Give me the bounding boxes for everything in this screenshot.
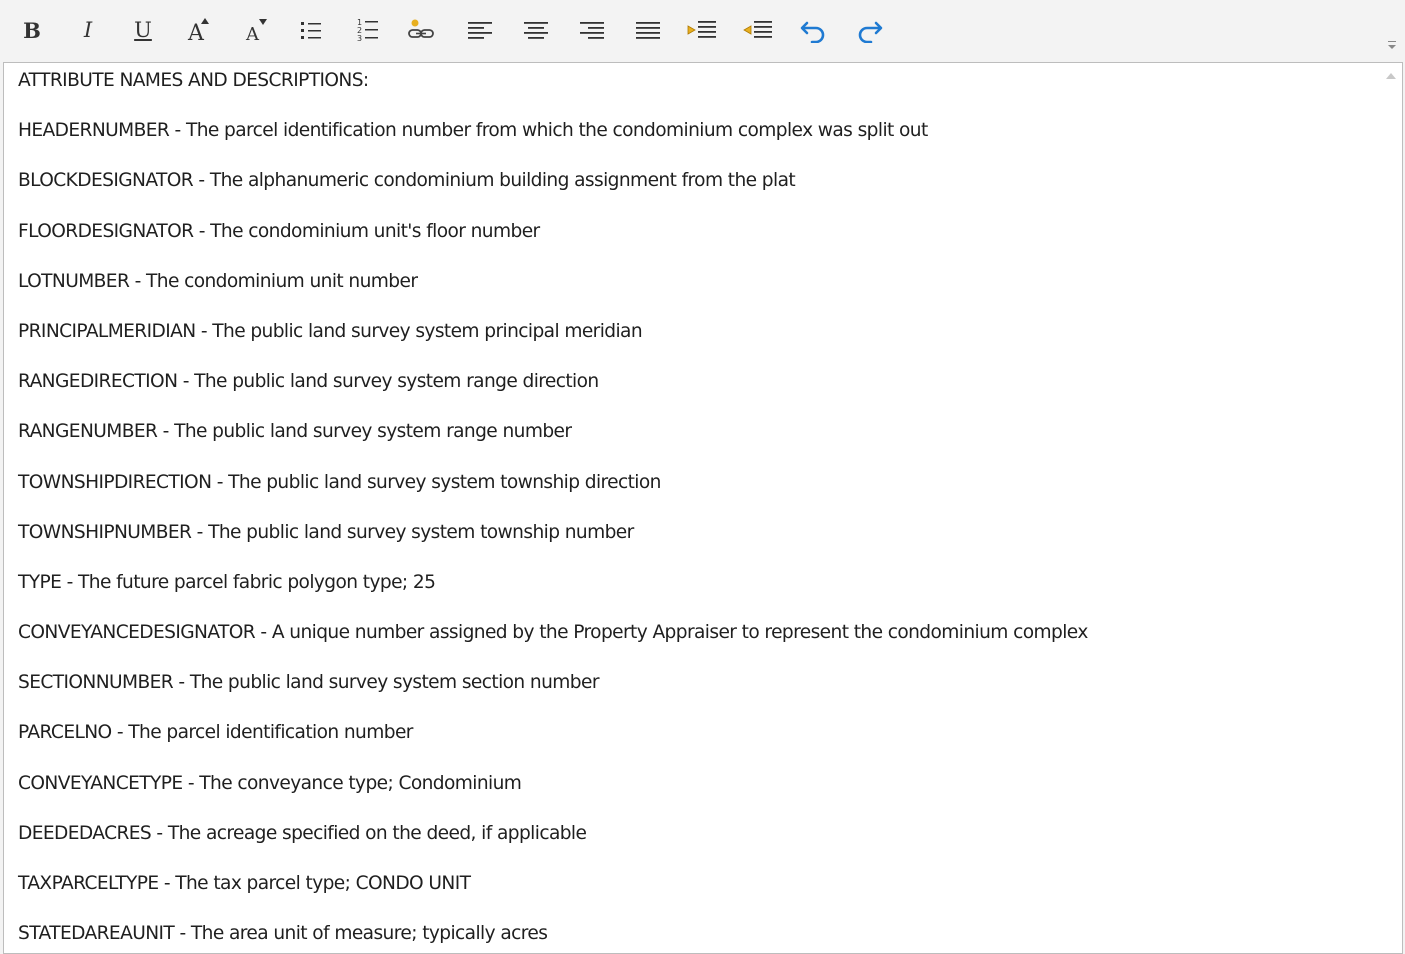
redo-button[interactable] [851, 12, 887, 48]
attribute-line: BLOCKDESIGNATOR - The alphanumeric condo… [18, 170, 796, 192]
bold-icon: B [23, 17, 41, 43]
underline-icon: U [134, 18, 152, 42]
redo-icon [854, 17, 884, 43]
formatting-toolbar: B I U A A 1 2 3 [0, 0, 1405, 62]
outdent-button[interactable] [740, 12, 776, 48]
italic-button[interactable]: I [70, 12, 106, 48]
chevron-down-icon [1388, 41, 1396, 49]
decrease-font-size-button[interactable]: A [237, 12, 273, 48]
attribute-line: TOWNSHIPNUMBER - The public land survey … [18, 521, 634, 543]
attribute-line: LOTNUMBER - The condominium unit number [18, 270, 418, 292]
attribute-line: RANGENUMBER - The public land survey sys… [18, 421, 572, 443]
increase-font-size-button[interactable]: A [181, 12, 217, 48]
scroll-up-button[interactable] [1385, 67, 1397, 79]
indent-icon [686, 18, 718, 42]
toolbar-overflow-dropdown[interactable] [1387, 36, 1397, 49]
numbered-list-button[interactable]: 1 2 3 [350, 12, 386, 48]
svg-text:A: A [245, 24, 260, 44]
attribute-line: PARCELNO - The parcel identification num… [18, 722, 413, 744]
numbered-list-icon: 1 2 3 [356, 17, 380, 43]
attribute-line: TYPE - The future parcel fabric polygon … [18, 571, 436, 593]
undo-icon [799, 17, 829, 43]
align-center-button[interactable] [518, 12, 554, 48]
attribute-line: STATEDAREAUNIT - The area unit of measur… [18, 923, 548, 945]
font-size-decrease-icon: A [240, 16, 270, 44]
attribute-line: PRINCIPALMERIDIAN - The public land surv… [18, 320, 643, 342]
attribute-line: SECTIONNUMBER - The public land survey s… [18, 672, 599, 694]
rich-text-editor[interactable]: ATTRIBUTE NAMES AND DESCRIPTIONS: HEADER… [3, 62, 1403, 954]
heading-line: ATTRIBUTE NAMES AND DESCRIPTIONS: [18, 70, 369, 91]
font-size-increase-icon: A [184, 16, 214, 44]
align-right-button[interactable] [574, 12, 610, 48]
align-center-icon [522, 19, 550, 41]
bulleted-list-icon [299, 19, 323, 41]
italic-icon: I [83, 18, 93, 42]
editor-content: ATTRIBUTE NAMES AND DESCRIPTIONS: HEADER… [18, 67, 1372, 953]
attribute-line: TAXPARCELTYPE - The tax parcel type; CON… [18, 873, 471, 894]
attribute-line: HEADERNUMBER - The parcel identification… [18, 120, 928, 142]
attribute-line: CONVEYANCETYPE - The conveyance type; Co… [18, 772, 522, 794]
justify-button[interactable] [630, 12, 666, 48]
svg-text:3: 3 [357, 34, 362, 43]
attribute-line: TOWNSHIPDIRECTION - The public land surv… [18, 471, 661, 493]
attribute-line: FLOORDESIGNATOR - The condominium unit's… [18, 220, 540, 242]
svg-text:A: A [187, 21, 205, 44]
outdent-icon [742, 18, 774, 42]
align-right-icon [578, 19, 606, 41]
indent-button[interactable] [684, 12, 720, 48]
attribute-line: RANGEDIRECTION - The public land survey … [18, 371, 599, 393]
bulleted-list-button[interactable] [293, 12, 329, 48]
link-icon [406, 17, 438, 43]
align-left-icon [466, 19, 494, 41]
justify-icon [634, 19, 662, 41]
align-left-button[interactable] [462, 12, 498, 48]
underline-button[interactable]: U [125, 12, 161, 48]
undo-button[interactable] [796, 12, 832, 48]
insert-link-button[interactable] [404, 12, 440, 48]
attribute-line: DEEDEDACRES - The acreage specified on t… [18, 822, 587, 844]
scroll-up-arrow-icon [1386, 73, 1396, 79]
attribute-line: CONVEYANCEDESIGNATOR - A unique number a… [18, 622, 1088, 644]
bold-button[interactable]: B [14, 12, 50, 48]
